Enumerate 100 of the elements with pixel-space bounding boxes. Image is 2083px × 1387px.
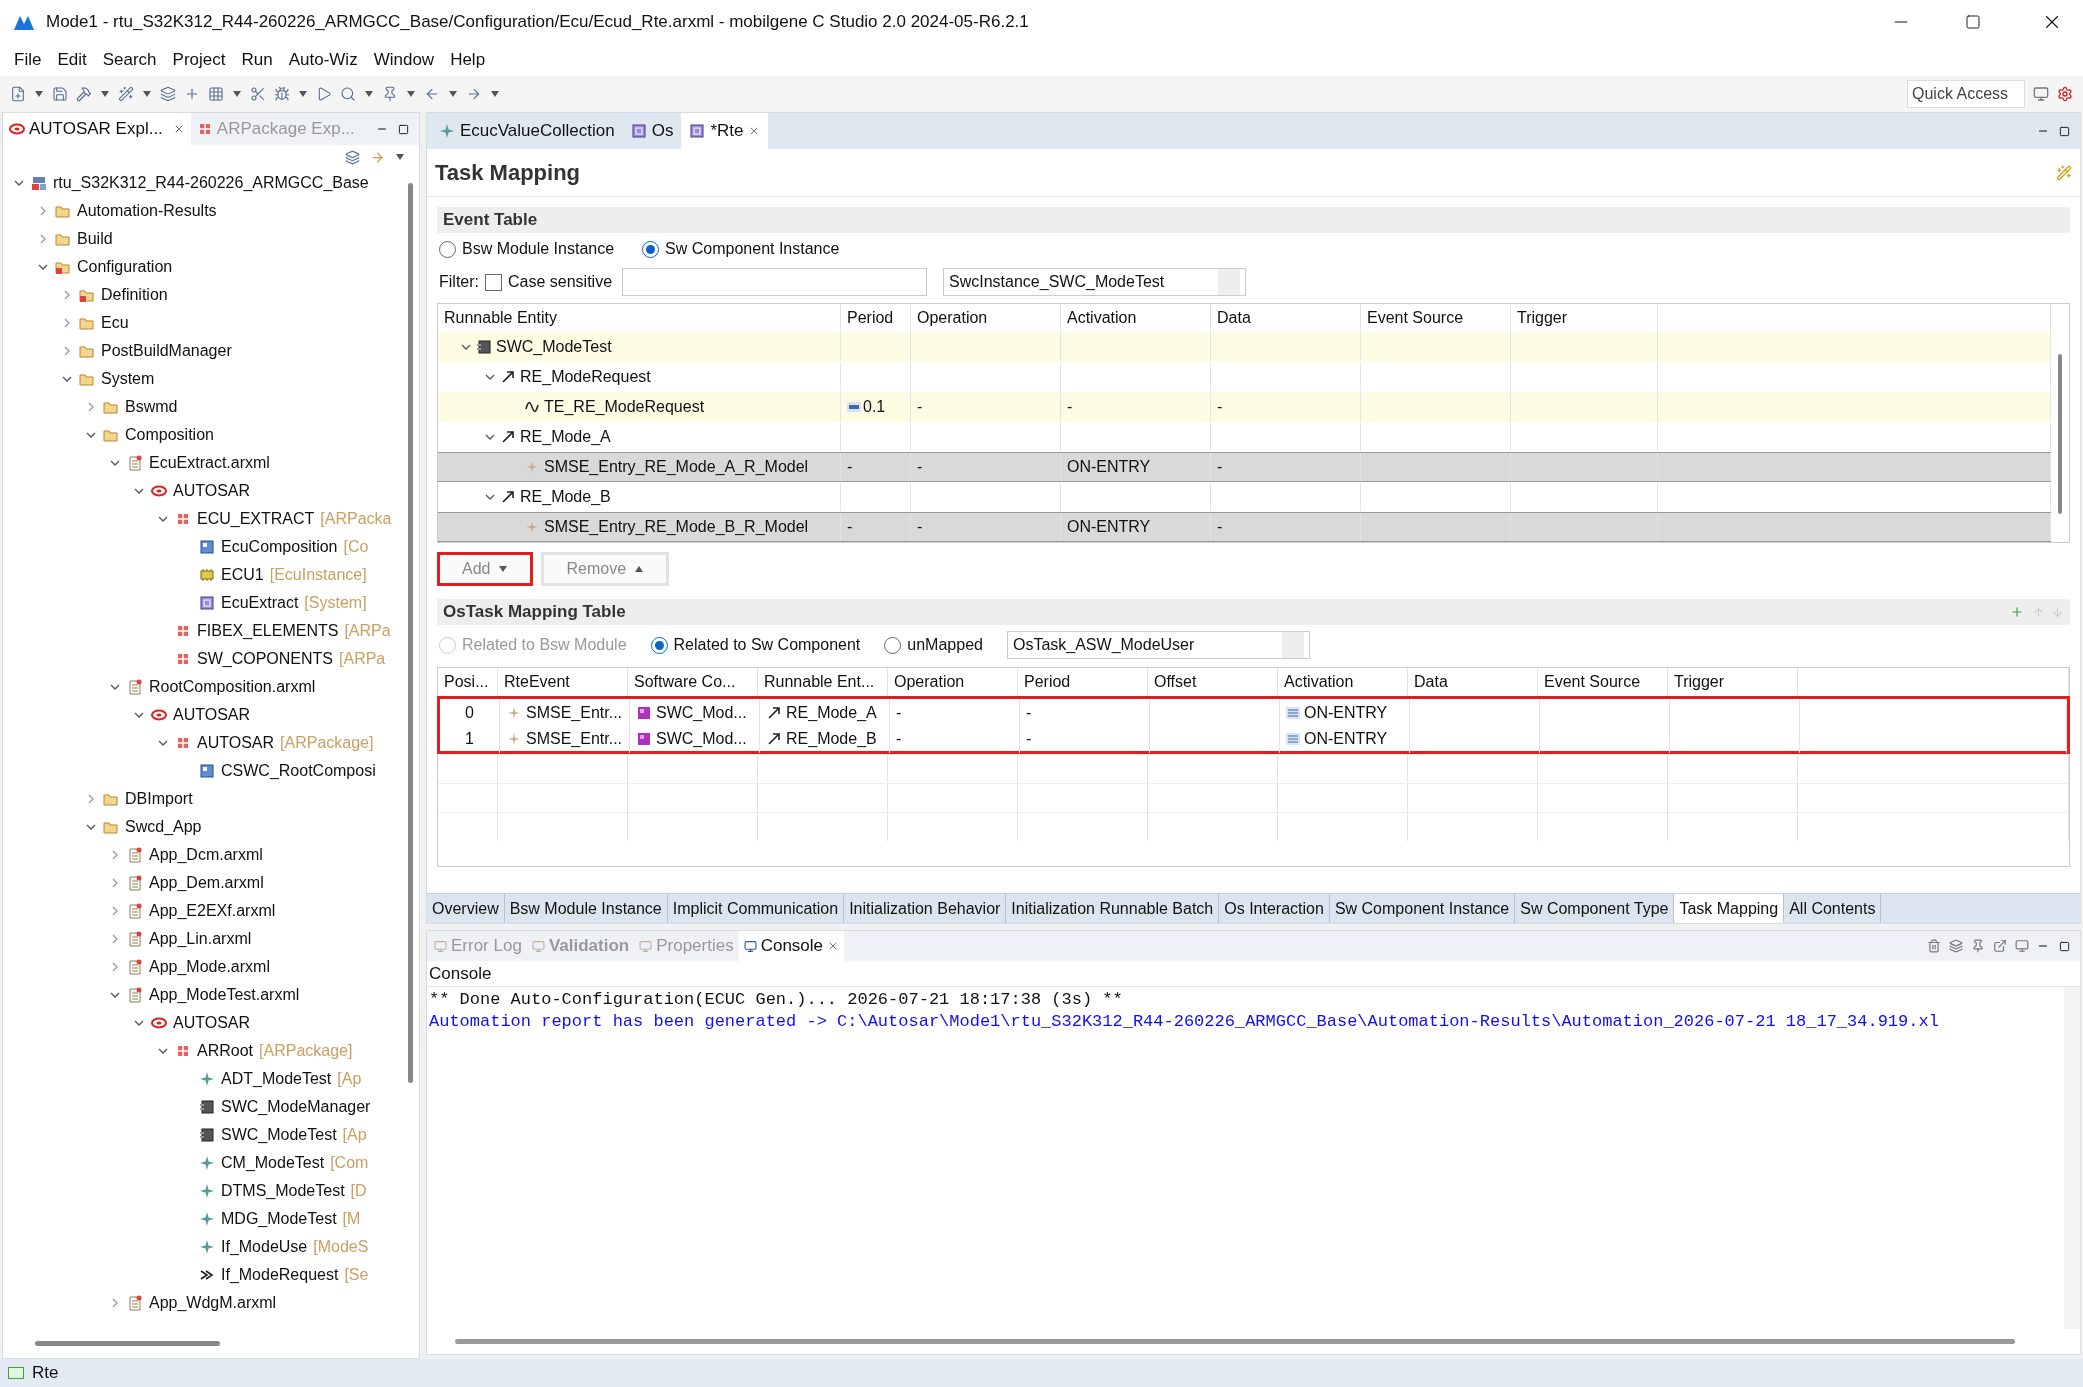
tree-item[interactable]: TE_RE_ModeRequest bbox=[544, 395, 705, 419]
tree-item[interactable]: RootComposition.arxml bbox=[149, 675, 316, 699]
open-icon[interactable] bbox=[1993, 939, 2007, 953]
tree-item[interactable]: If_ModeUse bbox=[221, 1235, 308, 1259]
column-header[interactable]: Operation bbox=[894, 670, 965, 694]
page-tab[interactable]: Os Interaction bbox=[1219, 894, 1330, 923]
page-tab[interactable]: Initialization Runnable Batch bbox=[1006, 894, 1220, 923]
tree-item[interactable]: rtu_S32K312_R44-260226_ARMGCC_Base bbox=[53, 171, 369, 195]
tree-item[interactable]: ADT_ModeTest bbox=[221, 1067, 332, 1091]
scrollbar[interactable] bbox=[408, 183, 413, 1083]
tree-item[interactable]: RE_ModeRequest bbox=[520, 365, 651, 389]
layers-icon[interactable] bbox=[1949, 939, 1963, 953]
menu-item[interactable]: Search bbox=[96, 47, 163, 73]
scrollbar[interactable] bbox=[2058, 354, 2062, 514]
menu-item[interactable]: File bbox=[8, 47, 48, 73]
page-tab[interactable]: Bsw Module Instance bbox=[504, 894, 668, 923]
link-icon[interactable] bbox=[370, 149, 385, 165]
page-tab[interactable]: All Contents bbox=[1784, 894, 1882, 923]
view-tab[interactable]: AUTOSAR Expl... bbox=[3, 113, 191, 145]
radio-button[interactable] bbox=[884, 636, 902, 654]
search-icon[interactable] bbox=[340, 86, 356, 102]
save-icon[interactable] bbox=[52, 86, 68, 102]
column-header[interactable]: Data bbox=[1217, 306, 1251, 330]
tree-item[interactable]: App_Dcm.arxml bbox=[149, 843, 263, 867]
tree-item[interactable]: AUTOSAR bbox=[173, 1011, 251, 1035]
tree-item[interactable]: App_Lin.arxml bbox=[149, 927, 252, 951]
tree-item[interactable]: MDG_ModeTest bbox=[221, 1207, 337, 1231]
tree-item[interactable]: SMSE_Entry_RE_Mode_B_R_Model bbox=[544, 515, 809, 539]
clear-icon[interactable] bbox=[1927, 939, 1941, 953]
maximize-icon[interactable] bbox=[398, 123, 409, 135]
menu-item[interactable]: Run bbox=[235, 47, 279, 73]
view-tab[interactable]: Console bbox=[738, 931, 845, 961]
tree-item[interactable]: EcuComposition bbox=[221, 535, 338, 559]
wand-icon[interactable] bbox=[2056, 164, 2072, 181]
pin-icon[interactable] bbox=[1971, 939, 1985, 953]
radio-button[interactable] bbox=[439, 240, 456, 258]
page-tab[interactable]: Initialization Behavior bbox=[844, 894, 1007, 923]
tree-item[interactable]: Automation-Results bbox=[77, 199, 217, 223]
column-header[interactable]: Activation bbox=[1067, 306, 1137, 330]
perspective-icon[interactable] bbox=[2033, 86, 2049, 102]
tree-item[interactable]: AUTOSAR bbox=[197, 731, 275, 755]
column-header[interactable]: Activation bbox=[1284, 670, 1354, 694]
layers-icon[interactable] bbox=[160, 86, 176, 102]
tree-item[interactable]: RE_Mode_B bbox=[520, 485, 611, 509]
tree-item[interactable]: System bbox=[101, 367, 155, 391]
page-tab[interactable]: Overview bbox=[427, 894, 505, 923]
maximize-icon[interactable] bbox=[1965, 14, 1981, 30]
tree-item[interactable]: ARRoot bbox=[197, 1039, 254, 1063]
column-header[interactable]: Trigger bbox=[1517, 306, 1568, 330]
back-icon[interactable] bbox=[424, 86, 440, 102]
menu-item[interactable]: Help bbox=[444, 47, 492, 73]
tree-item[interactable]: DBImport bbox=[125, 787, 193, 811]
editor-tab[interactable]: EcucValueCollection bbox=[431, 113, 623, 149]
tree-item[interactable]: FIBEX_ELEMENTS bbox=[197, 619, 339, 643]
tree-item[interactable]: Build bbox=[77, 227, 113, 251]
wand-icon[interactable] bbox=[118, 86, 134, 102]
tree-item[interactable]: ECU_EXTRACT bbox=[197, 507, 315, 531]
tree-item[interactable]: SWC_ModeManager bbox=[221, 1095, 371, 1119]
tree-item[interactable]: App_WdgM.arxml bbox=[149, 1291, 277, 1315]
tree-item[interactable]: DTMS_ModeTest bbox=[221, 1179, 345, 1203]
column-header[interactable]: Period bbox=[847, 306, 894, 330]
table-row[interactable]: SMSE_Entry_RE_Mode_A_R_Model - - ON-ENTRY - bbox=[438, 452, 2051, 482]
column-header[interactable]: Period bbox=[1024, 670, 1071, 694]
column-header[interactable]: Event Source bbox=[1367, 306, 1464, 330]
radio-button[interactable] bbox=[650, 636, 668, 654]
page-tab[interactable]: Sw Component Instance bbox=[1329, 894, 1516, 923]
tree-item[interactable]: App_E2EXf.arxml bbox=[149, 899, 276, 923]
tree-item[interactable]: App_Dem.arxml bbox=[149, 871, 264, 895]
grid-icon[interactable] bbox=[208, 86, 224, 102]
tree-item[interactable]: AUTOSAR bbox=[173, 703, 251, 727]
maximize-icon[interactable] bbox=[2059, 125, 2070, 137]
scissors-icon[interactable] bbox=[250, 86, 266, 102]
column-header[interactable]: Offset bbox=[1154, 670, 1197, 694]
tree-item[interactable]: Configuration bbox=[77, 255, 173, 279]
table-row[interactable]: SMSE_Entry_RE_Mode_B_R_Model - - ON-ENTRY - bbox=[438, 512, 2051, 542]
tree-item[interactable]: App_ModeTest.arxml bbox=[149, 983, 300, 1007]
monitor-icon[interactable] bbox=[743, 939, 757, 953]
play-icon[interactable] bbox=[316, 86, 332, 102]
column-header[interactable]: Software Co... bbox=[634, 670, 736, 694]
task-dropdown[interactable]: OsTask_ASW_ModeUser bbox=[1006, 631, 1310, 659]
radio-button[interactable] bbox=[642, 240, 660, 258]
settings-icon[interactable] bbox=[2057, 86, 2073, 102]
tree-item[interactable]: RE_Mode_A bbox=[520, 425, 611, 449]
tree-item[interactable]: Composition bbox=[125, 423, 214, 447]
editor-tab[interactable]: *Rte bbox=[681, 113, 769, 149]
forward-icon[interactable] bbox=[466, 86, 482, 102]
quick-access-field[interactable]: Quick Access bbox=[1907, 80, 2025, 108]
checkbox[interactable] bbox=[485, 273, 502, 291]
scrollbar[interactable] bbox=[35, 1341, 220, 1346]
tree-item[interactable]: CM_ModeTest bbox=[221, 1151, 325, 1175]
pin-icon[interactable] bbox=[382, 86, 398, 102]
table-row[interactable]: TE_RE_ModeRequest 0.1 - - - bbox=[438, 392, 2051, 422]
tree-item[interactable]: Bswmd bbox=[125, 395, 178, 419]
column-header[interactable]: Runnable Ent... bbox=[764, 670, 875, 694]
page-tab[interactable]: Task Mapping bbox=[1674, 894, 1785, 923]
bug-icon[interactable] bbox=[274, 86, 290, 102]
scrollbar[interactable] bbox=[2064, 987, 2080, 1329]
tree-item[interactable]: App_Mode.arxml bbox=[149, 955, 270, 979]
tree-item[interactable]: SMSE_Entry_RE_Mode_A_R_Model bbox=[544, 455, 809, 479]
tree-item[interactable]: Swcd_App bbox=[125, 815, 202, 839]
